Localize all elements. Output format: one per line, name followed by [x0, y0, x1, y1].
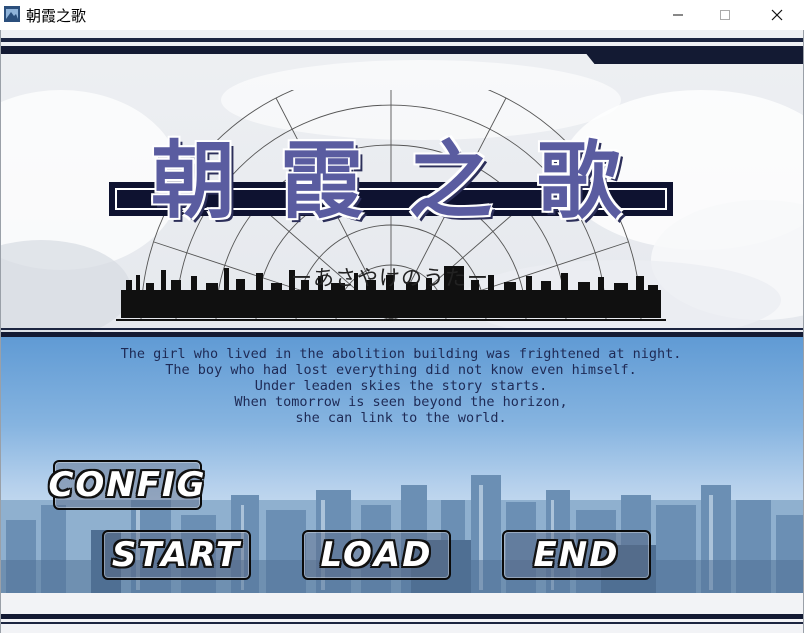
middle-stripe — [1, 328, 803, 330]
window-titlebar: 朝霞之歌 — [0, 0, 804, 30]
logo-char-3: 之 — [408, 131, 493, 230]
minimize-icon[interactable] — [655, 0, 701, 30]
middle-stripe-thick — [1, 332, 803, 337]
end-button-label: END — [533, 535, 620, 575]
window-title: 朝霞之歌 — [26, 7, 87, 25]
load-button-label: LOAD — [320, 535, 433, 575]
start-button[interactable]: START — [102, 530, 251, 580]
story-line: The girl who lived in the abolition buil… — [120, 346, 682, 362]
story-line: Under leaden skies the story starts. — [254, 378, 548, 394]
top-stripe-thick — [1, 46, 803, 54]
game-title-screen[interactable]: 朝 霞 之 歌 ーあさやけのうたー The girl who lived in … — [1, 30, 803, 633]
config-button[interactable]: CONFIG — [48, 460, 205, 510]
bottom-panel — [1, 593, 803, 633]
bottom-stripe-thick — [1, 614, 803, 619]
story-line: When tomorrow is seen beyond the horizon… — [234, 394, 568, 410]
logo-char-1: 朝 — [151, 131, 236, 230]
logo-title: 朝 霞 之 歌 — [151, 114, 621, 234]
logo-subtitle: ーあさやけのうたー — [291, 266, 489, 290]
story-line: she can link to the world. — [295, 410, 507, 426]
bottom-stripe — [1, 622, 803, 624]
story-line: The boy who had lost everything did not … — [165, 362, 637, 378]
maximize-icon[interactable] — [702, 0, 748, 30]
logo-char-4: 歌 — [536, 131, 621, 230]
end-button[interactable]: END — [502, 530, 651, 580]
config-button-label: CONFIG — [48, 465, 207, 505]
close-icon[interactable] — [754, 0, 800, 30]
story-intro-text: The girl who lived in the abolition buil… — [91, 346, 711, 426]
logo-char-2: 霞 — [279, 131, 364, 230]
top-stripe — [1, 38, 803, 42]
load-button[interactable]: LOAD — [302, 530, 451, 580]
start-button-label: START — [111, 535, 242, 575]
game-app-icon — [4, 6, 20, 22]
